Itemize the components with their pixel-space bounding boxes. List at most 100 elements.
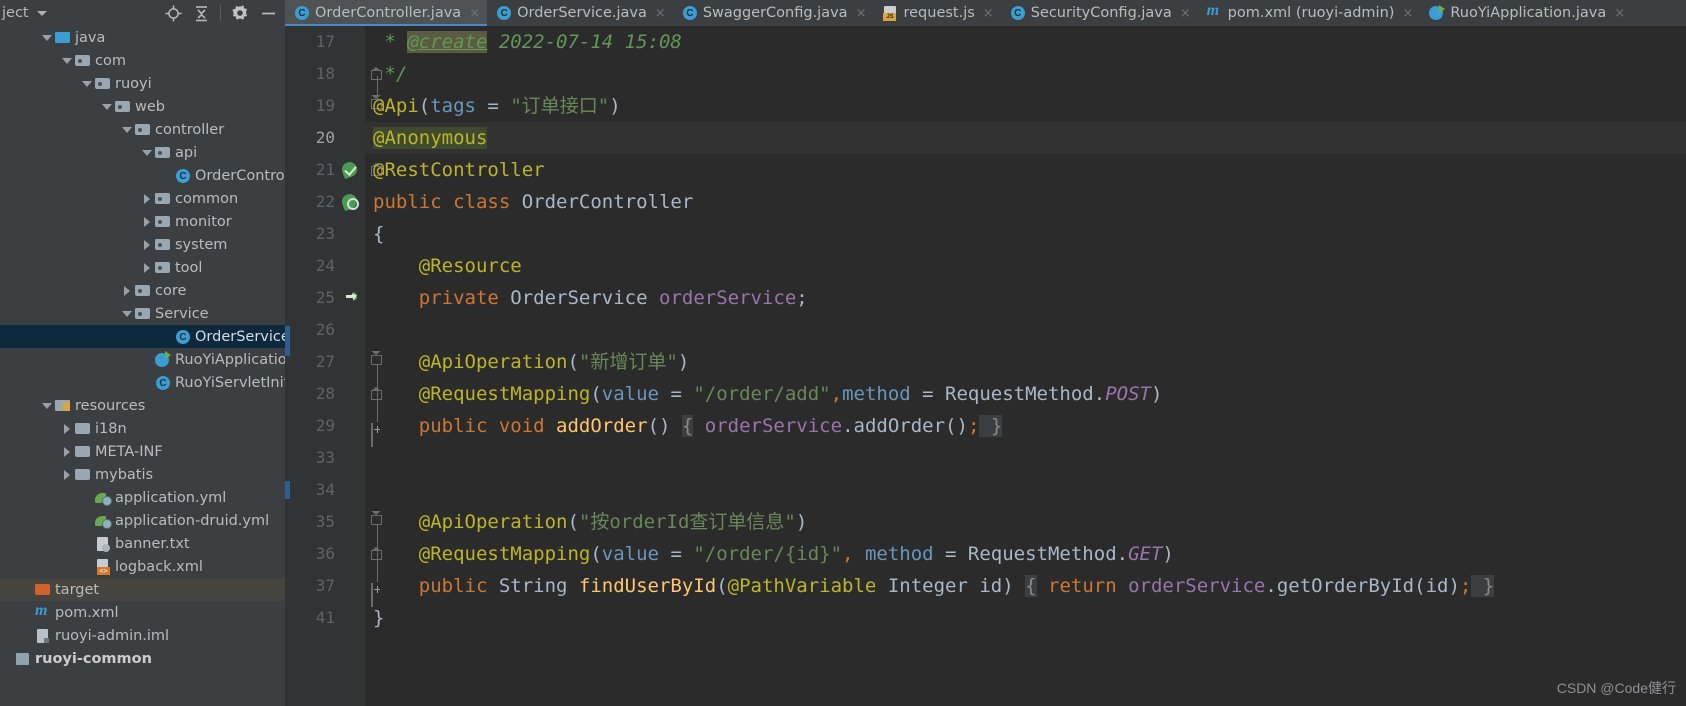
tree-node-application-yml[interactable]: application.yml [0, 486, 285, 509]
close-icon[interactable]: × [856, 6, 867, 21]
code-token: , [842, 543, 854, 565]
code-line-34[interactable]: 34 [285, 474, 1686, 506]
chevron-right-icon[interactable] [140, 262, 154, 273]
collapse-all-icon[interactable] [188, 0, 214, 26]
code-line-20[interactable]: 20 @Anonymous [285, 122, 1686, 154]
tree-node-label: ruoyi-admin.iml [55, 627, 170, 644]
tree-node-api[interactable]: api [0, 141, 285, 164]
locate-icon[interactable] [160, 0, 186, 26]
code-line-21[interactable]: 21 @RestController [285, 154, 1686, 186]
project-tree[interactable]: java com ruoyi web controller api OrderContro c… [0, 26, 285, 706]
tree-node-web[interactable]: web [0, 95, 285, 118]
chevron-right-icon[interactable] [60, 446, 74, 457]
editor-tab-bar[interactable]: OrderController.java×OrderService.java×S… [285, 0, 1686, 26]
code-line-37[interactable]: 37 public String findUserById(@PathVaria… [285, 570, 1686, 607]
tree-node-java[interactable]: java [0, 26, 285, 49]
project-panel-title[interactable]: ject [2, 5, 29, 21]
tree-node-label: system [175, 236, 228, 253]
tree-node-com[interactable]: com [0, 49, 285, 72]
tree-node-ruoyi-admin-iml[interactable]: ruoyi-admin.iml [0, 624, 285, 647]
tree-node-common[interactable]: common [0, 187, 285, 210]
tree-node-ruoyiservletinitializer[interactable]: RuoYiServletInitializer [0, 371, 285, 394]
code-line-17[interactable]: 17 * @create 2022-07-14 15:08 [285, 26, 1686, 58]
code-line-25[interactable]: 25 private OrderService orderService; [285, 282, 1686, 314]
tree-node-ruoyi-common[interactable]: ruoyi-common [0, 647, 285, 670]
code-line-23[interactable]: 23 { [285, 218, 1686, 250]
close-icon[interactable]: × [1614, 6, 1625, 21]
tree-node-core[interactable]: core [0, 279, 285, 302]
chevron-right-icon[interactable] [140, 239, 154, 250]
tree-node-meta-inf[interactable]: META-INF [0, 440, 285, 463]
editor-tab-label: SwaggerConfig.java [702, 5, 848, 21]
folder-target-icon [34, 581, 51, 598]
code-lines[interactable]: 17 * @create 2022-07-14 15:08 18 */19 @Api… [285, 26, 1686, 634]
chevron-right-icon[interactable] [60, 423, 74, 434]
code-line-41[interactable]: 41} [285, 602, 1686, 634]
tree-node-service[interactable]: Service [0, 302, 285, 325]
tree-node-target[interactable]: target [0, 578, 285, 601]
tree-node-orderservice[interactable]: OrderService [0, 325, 285, 348]
close-icon[interactable]: × [983, 6, 994, 21]
close-icon[interactable]: × [655, 6, 666, 21]
chevron-down-icon[interactable] [100, 103, 114, 110]
code-line-18[interactable]: 18 */ [285, 58, 1686, 90]
chevron-down-icon[interactable] [60, 57, 74, 64]
tree-node-system[interactable]: system [0, 233, 285, 256]
code-line-19[interactable]: 19 @Api(tags = "订单接口") [285, 90, 1686, 122]
tree-node-mybatis[interactable]: mybatis [0, 463, 285, 486]
editor-tab-securityconfig-java[interactable]: SecurityConfig.java × [1000, 0, 1198, 26]
tree-node-application-druid-yml[interactable]: application-druid.yml [0, 509, 285, 532]
chevron-down-icon[interactable] [140, 149, 154, 156]
close-icon[interactable]: × [1402, 6, 1413, 21]
tree-node-logback-xml[interactable]: logback.xml [0, 555, 285, 578]
chevron-right-icon[interactable] [60, 469, 74, 480]
editor-tab-ruoyiapplication-java[interactable]: RuoYiApplication.java × [1420, 0, 1633, 26]
tree-node-ruoyiapplication[interactable]: RuoYiApplication [0, 348, 285, 371]
close-icon[interactable]: × [469, 6, 480, 21]
folder-icon [134, 282, 151, 299]
folder-icon [154, 236, 171, 253]
minimize-icon[interactable] [255, 0, 281, 26]
settings-gear-icon[interactable] [227, 0, 253, 26]
editor-tab-label: OrderService.java [517, 5, 647, 21]
editor-tab-orderservice-java[interactable]: OrderService.java × [487, 0, 673, 26]
chevron-right-icon[interactable] [140, 216, 154, 227]
tree-node-resources[interactable]: resources [0, 394, 285, 417]
tree-node-ordercontro[interactable]: OrderContro [0, 164, 285, 187]
code-line-36[interactable]: 36 @RequestMapping(value = "/order/{id}"… [285, 538, 1686, 570]
tree-node-i18n[interactable]: i18n [0, 417, 285, 440]
tree-node-monitor[interactable]: monitor [0, 210, 285, 233]
tree-node-pom-xml[interactable]: pom.xml [0, 601, 285, 624]
code-text: * @create 2022-07-14 15:08 [373, 26, 682, 58]
chevron-right-icon[interactable] [120, 285, 134, 296]
editor-tab-label: SecurityConfig.java [1030, 5, 1172, 21]
chevron-down-icon[interactable] [80, 80, 94, 87]
code-editor[interactable]: 17 * @create 2022-07-14 15:08 18 */19 @Api… [285, 26, 1686, 706]
chevron-right-icon[interactable] [140, 193, 154, 204]
editor-tab-request-js[interactable]: request.js × [873, 0, 1001, 26]
tree-node-label: Service [155, 305, 209, 322]
chevron-down-icon[interactable] [120, 310, 134, 317]
code-line-22[interactable]: 22 public class OrderController [285, 186, 1686, 218]
close-icon[interactable]: × [1180, 6, 1191, 21]
folder-plain-icon [74, 443, 91, 460]
code-line-28[interactable]: 28 @RequestMapping(value = "/order/add",… [285, 378, 1686, 410]
code-line-29[interactable]: 29 public void addOrder() { orderService… [285, 410, 1686, 447]
code-line-24[interactable]: 24 @Resource [285, 250, 1686, 282]
tree-node-controller[interactable]: controller [0, 118, 285, 141]
tree-node-ruoyi[interactable]: ruoyi [0, 72, 285, 95]
chevron-down-icon[interactable] [120, 126, 134, 133]
chevron-down-icon[interactable] [40, 402, 54, 409]
tree-node-banner-txt[interactable]: banner.txt [0, 532, 285, 555]
code-token: @PathVariable [727, 575, 877, 597]
chevron-down-icon[interactable] [40, 34, 54, 41]
code-line-27[interactable]: 27 @ApiOperation("新增订单") [285, 346, 1686, 378]
chevron-down-icon[interactable] [36, 10, 47, 16]
code-line-35[interactable]: 35 @ApiOperation("按orderId查订单信息") [285, 506, 1686, 538]
editor-tab-ordercontroller-java[interactable]: OrderController.java × [285, 0, 488, 26]
code-line-26[interactable]: 26 [285, 314, 1686, 346]
editor-tab-pom-xml-ruoyi-admin[interactable]: pom.xml (ruoyi-admin) × [1197, 0, 1421, 26]
editor-tab-swaggerconfig-java[interactable]: SwaggerConfig.java × [672, 0, 874, 26]
code-line-33[interactable]: 33 [285, 442, 1686, 474]
tree-node-tool[interactable]: tool [0, 256, 285, 279]
